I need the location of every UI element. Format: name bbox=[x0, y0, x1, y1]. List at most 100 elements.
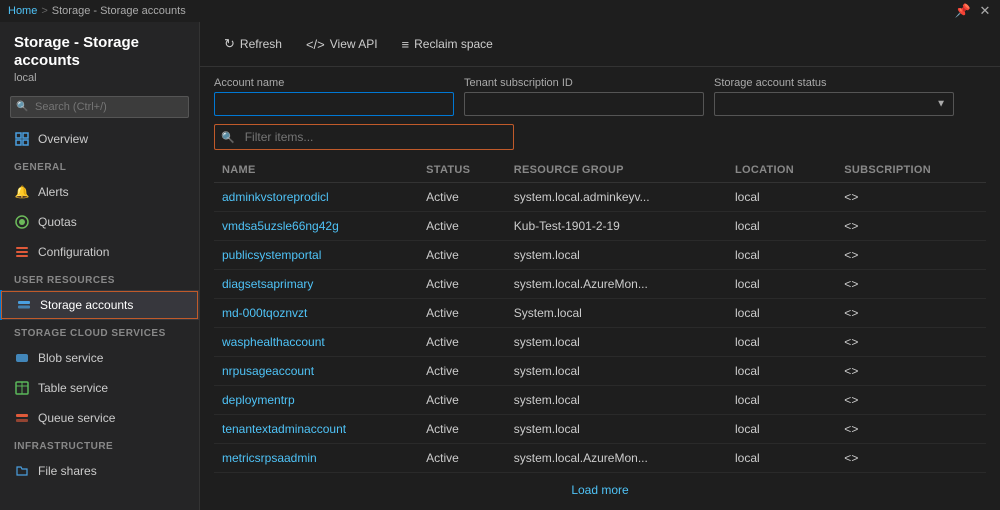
section-label-storage-cloud: STORAGE CLOUD SERVICES bbox=[0, 320, 199, 343]
breadcrumb-current: Storage - Storage accounts bbox=[52, 5, 186, 17]
config-icon bbox=[14, 244, 30, 260]
cell-status: Active bbox=[418, 328, 506, 357]
col-location: LOCATION bbox=[727, 158, 836, 183]
cell-location: local bbox=[727, 212, 836, 241]
sidebar-item-overview[interactable]: Overview bbox=[0, 124, 199, 154]
sidebar-item-label: Quotas bbox=[38, 215, 77, 229]
filter-account-name: Account name bbox=[214, 77, 454, 116]
sidebar-item-file-shares[interactable]: File shares bbox=[0, 456, 199, 486]
sidebar-title: Storage - Storage accounts bbox=[14, 34, 185, 70]
table-icon bbox=[14, 380, 30, 396]
col-subscription: SUBSCRIPTION bbox=[836, 158, 986, 183]
storage-table: NAME STATUS RESOURCE GROUP LOCATION SUBS… bbox=[214, 158, 986, 473]
cell-location: local bbox=[727, 415, 836, 444]
sidebar-item-quotas[interactable]: Quotas bbox=[0, 207, 199, 237]
col-name: NAME bbox=[214, 158, 418, 183]
storage-status-label: Storage account status bbox=[714, 77, 954, 89]
table-row: tenantextadminaccount Active system.loca… bbox=[214, 415, 986, 444]
col-resource-group: RESOURCE GROUP bbox=[506, 158, 727, 183]
table-row: adminkvstoreprodicl Active system.local.… bbox=[214, 183, 986, 212]
sidebar-search-wrap: 🔍 bbox=[10, 96, 189, 118]
sidebar-item-blob-service[interactable]: Blob service bbox=[0, 343, 199, 373]
storage-status-select[interactable]: Active Inactive bbox=[714, 92, 954, 116]
search-input[interactable] bbox=[10, 96, 189, 118]
sidebar-item-label: File shares bbox=[38, 464, 97, 478]
tenant-sub-label: Tenant subscription ID bbox=[464, 77, 704, 89]
cell-subscription: <> bbox=[836, 415, 986, 444]
cell-name[interactable]: metricsrpsaadmin bbox=[214, 444, 418, 473]
cell-name[interactable]: wasphealthaccount bbox=[214, 328, 418, 357]
cell-subscription: <> bbox=[836, 270, 986, 299]
quotas-icon bbox=[14, 214, 30, 230]
cell-name[interactable]: publicsystemportal bbox=[214, 241, 418, 270]
cell-resource-group: system.local bbox=[506, 386, 727, 415]
cell-subscription: <> bbox=[836, 444, 986, 473]
table-row: wasphealthaccount Active system.local lo… bbox=[214, 328, 986, 357]
cell-name[interactable]: vmdsa5uzsle66ng42g bbox=[214, 212, 418, 241]
table-row: metricsrpsaadmin Active system.local.Azu… bbox=[214, 444, 986, 473]
reclaim-space-button[interactable]: ≡ Reclaim space bbox=[392, 33, 503, 56]
sidebar-item-storage-accounts[interactable]: Storage accounts bbox=[0, 290, 199, 320]
cell-status: Active bbox=[418, 415, 506, 444]
table-row: md-000tqoznvzt Active System.local local… bbox=[214, 299, 986, 328]
sidebar-item-alerts[interactable]: 🔔 Alerts bbox=[0, 177, 199, 207]
tenant-sub-input[interactable] bbox=[464, 92, 704, 116]
sidebar-item-label: Alerts bbox=[38, 185, 69, 199]
title-bar: Home > Storage - Storage accounts 📌 ✕ bbox=[0, 0, 1000, 22]
sidebar-item-label: Blob service bbox=[38, 351, 103, 365]
table-area: NAME STATUS RESOURCE GROUP LOCATION SUBS… bbox=[200, 158, 1000, 510]
filter-row: Account name Tenant subscription ID Stor… bbox=[214, 77, 986, 116]
main-layout: Storage - Storage accounts local 🔍 Overv… bbox=[0, 22, 1000, 510]
sidebar-item-table-service[interactable]: Table service bbox=[0, 373, 199, 403]
filter-storage-status: Storage account status Active Inactive ▼ bbox=[714, 77, 954, 116]
cell-name[interactable]: tenantextadminaccount bbox=[214, 415, 418, 444]
sidebar-header: Storage - Storage accounts local bbox=[0, 22, 199, 90]
cell-location: local bbox=[727, 241, 836, 270]
cell-name[interactable]: adminkvstoreprodicl bbox=[214, 183, 418, 212]
cell-status: Active bbox=[418, 183, 506, 212]
cell-status: Active bbox=[418, 241, 506, 270]
cell-name[interactable]: deploymentrp bbox=[214, 386, 418, 415]
close-button[interactable]: ✕ bbox=[978, 4, 992, 18]
cell-location: local bbox=[727, 357, 836, 386]
section-label-infrastructure: INFRASTRUCTURE bbox=[0, 433, 199, 456]
refresh-button[interactable]: ↻ Refresh bbox=[214, 32, 292, 56]
reclaim-icon: ≡ bbox=[402, 37, 410, 52]
table-row: deploymentrp Active system.local local <… bbox=[214, 386, 986, 415]
storage-status-select-wrap: Active Inactive ▼ bbox=[714, 92, 954, 116]
search-icon: 🔍 bbox=[16, 102, 28, 113]
filter-tenant-sub: Tenant subscription ID bbox=[464, 77, 704, 116]
pin-button[interactable]: 📌 bbox=[956, 4, 970, 18]
sidebar-item-label: Queue service bbox=[38, 411, 115, 425]
cell-location: local bbox=[727, 328, 836, 357]
table-body: adminkvstoreprodicl Active system.local.… bbox=[214, 183, 986, 473]
breadcrumb-sep: > bbox=[41, 5, 47, 17]
account-name-input[interactable] bbox=[214, 92, 454, 116]
breadcrumb-home[interactable]: Home bbox=[8, 5, 37, 17]
cell-location: local bbox=[727, 299, 836, 328]
cell-resource-group: system.local bbox=[506, 415, 727, 444]
cell-name[interactable]: nrpusageaccount bbox=[214, 357, 418, 386]
cell-name[interactable]: md-000tqoznvzt bbox=[214, 299, 418, 328]
cell-status: Active bbox=[418, 270, 506, 299]
cell-subscription: <> bbox=[836, 357, 986, 386]
cell-name[interactable]: diagsetsaprimary bbox=[214, 270, 418, 299]
load-more-button[interactable]: Load more bbox=[214, 473, 986, 507]
sidebar-item-configuration[interactable]: Configuration bbox=[0, 237, 199, 267]
cell-location: local bbox=[727, 270, 836, 299]
overview-icon bbox=[14, 131, 30, 147]
sidebar-search-area: 🔍 bbox=[0, 90, 199, 124]
cell-subscription: <> bbox=[836, 299, 986, 328]
table-row: diagsetsaprimary Active system.local.Azu… bbox=[214, 270, 986, 299]
cell-resource-group: system.local.AzureMon... bbox=[506, 270, 727, 299]
filter-search-icon: 🔍 bbox=[215, 131, 241, 144]
sidebar-item-label: Configuration bbox=[38, 245, 109, 259]
view-api-button[interactable]: </> View API bbox=[296, 33, 388, 56]
filter-items-input[interactable] bbox=[241, 125, 513, 149]
sidebar-item-queue-service[interactable]: Queue service bbox=[0, 403, 199, 433]
cell-location: local bbox=[727, 183, 836, 212]
table-row: nrpusageaccount Active system.local loca… bbox=[214, 357, 986, 386]
sidebar: Storage - Storage accounts local 🔍 Overv… bbox=[0, 22, 200, 510]
sidebar-item-label: Table service bbox=[38, 381, 108, 395]
cell-subscription: <> bbox=[836, 183, 986, 212]
